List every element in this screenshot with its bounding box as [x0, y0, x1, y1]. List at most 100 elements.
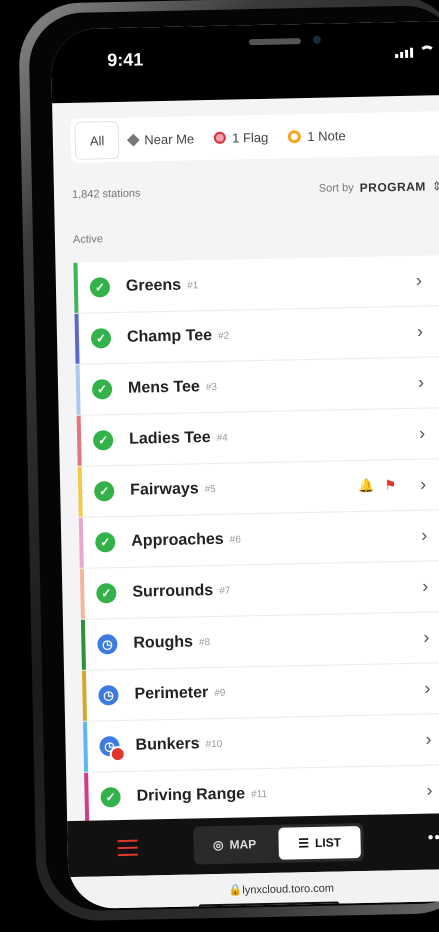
list-view-button[interactable]: ☰ LIST: [278, 826, 361, 860]
map-view-button[interactable]: ◎ MAP: [193, 825, 276, 865]
chevron-right-icon: ›: [418, 423, 426, 444]
chevron-right-icon: ›: [417, 372, 425, 393]
clock-circle-icon: ◷: [97, 634, 118, 655]
location-icon: [127, 133, 141, 146]
filter-near-me[interactable]: Near Me: [119, 120, 205, 158]
station-name: Champ Tee: [126, 327, 213, 346]
phone-frame: 9:41 All Near Me 1 Flag 1 Note 1,842 sta…: [18, 0, 439, 922]
filter-flag[interactable]: 1 Flag: [204, 119, 279, 157]
station-name: Approaches: [131, 530, 224, 550]
station-number: #8: [198, 636, 211, 648]
note-dot-icon: [288, 129, 302, 143]
station-name: Greens: [125, 276, 182, 295]
filter-near-me-label: Near Me: [144, 130, 195, 147]
station-number: #2: [217, 330, 230, 342]
station-row[interactable]: ✓ Approaches #6 ›: [78, 510, 439, 569]
station-name: Fairways: [130, 480, 199, 499]
flag-icon: ⚑: [384, 477, 397, 493]
station-row[interactable]: ✓ Surrounds #7 ›: [79, 561, 439, 620]
chevron-right-icon: ›: [422, 576, 429, 597]
check-circle-icon: ✓: [100, 787, 121, 808]
program-color-stripe: [79, 568, 85, 619]
station-name: Bunkers: [135, 735, 200, 754]
program-color-stripe: [77, 466, 83, 517]
station-row[interactable]: ✓ Greens #1 ›: [73, 255, 439, 314]
chevron-right-icon: ›: [421, 525, 428, 546]
map-pin-icon: ◎: [212, 837, 224, 853]
sort-control[interactable]: Sort by PROGRAM ⇕: [319, 179, 439, 196]
filter-note-label: 1 Note: [307, 127, 346, 144]
program-color-stripe: [76, 415, 82, 466]
wifi-icon: [419, 45, 435, 57]
station-number: #9: [214, 687, 226, 699]
bell-icon: 🔔: [358, 477, 375, 493]
station-row[interactable]: ✓ Champ Tee #2 ›: [74, 306, 439, 365]
station-number: #10: [205, 738, 223, 750]
station-row[interactable]: ◷ Roughs #8 ›: [80, 612, 439, 671]
list-meta: 1,842 stations Sort by PROGRAM ⇕: [72, 179, 439, 201]
station-number: #5: [204, 483, 216, 495]
station-list: ✓ Greens #1 › ✓ Champ Tee #2 › ✓ Mens Tee #3 › ✓ Ladi…: [73, 255, 439, 824]
url-text: 🔒lynxcloud.toro.com: [228, 882, 335, 897]
chevron-right-icon: ›: [423, 627, 430, 648]
check-circle-icon: ✓: [96, 583, 117, 604]
list-icon: ☰: [298, 836, 310, 851]
filter-all-label: All: [89, 132, 105, 149]
filter-all[interactable]: All: [74, 120, 120, 160]
station-number: #11: [250, 788, 268, 800]
section-header-active: Active: [72, 233, 104, 246]
station-name: Driving Range: [136, 785, 246, 805]
sort-toggle-icon: ⇕: [431, 179, 439, 194]
station-name: Roughs: [133, 633, 194, 652]
flag-dot-icon: [214, 131, 227, 144]
bottom-toolbar: ◎ MAP ☰ LIST •••: [67, 812, 439, 878]
program-color-stripe: [83, 721, 89, 772]
station-name: Mens Tee: [127, 378, 200, 397]
program-color-stripe: [75, 364, 81, 415]
check-circle-icon: ✓: [95, 532, 116, 553]
station-number: #1: [186, 279, 199, 292]
cellular-signal-icon: [395, 47, 414, 59]
check-circle-icon: ✓: [90, 328, 112, 349]
program-color-stripe: [80, 619, 86, 670]
front-camera: [312, 35, 321, 44]
status-bar: 9:41: [50, 20, 439, 104]
url-value: lynxcloud.toro.com: [242, 882, 335, 897]
status-time: 9:41: [106, 49, 144, 71]
phone-screen: 9:41 All Near Me 1 Flag 1 Note 1,842 sta…: [50, 20, 439, 910]
program-color-stripe: [81, 670, 88, 721]
station-number: #6: [229, 533, 241, 546]
program-color-stripe: [78, 517, 84, 568]
filter-bar: All Near Me 1 Flag 1 Note: [70, 111, 439, 163]
filter-note[interactable]: 1 Note: [278, 117, 356, 155]
sort-value: PROGRAM: [359, 179, 426, 195]
chevron-right-icon: ›: [425, 729, 432, 750]
speaker-grille: [248, 38, 301, 46]
station-number: #3: [205, 381, 218, 393]
station-row[interactable]: ✓ Mens Tee #3 ›: [75, 357, 439, 416]
clock-circle-icon: ◷: [99, 736, 126, 763]
station-name: Perimeter: [134, 684, 209, 703]
check-circle-icon: ✓: [94, 481, 115, 502]
station-number: #4: [216, 432, 228, 444]
station-row[interactable]: ✓ Fairways #5 🔔 ⚑ ›: [77, 459, 439, 518]
map-view-label: MAP: [229, 837, 257, 852]
more-options-icon[interactable]: •••: [428, 829, 439, 847]
check-circle-icon: ✓: [92, 430, 114, 451]
station-row[interactable]: ◷ Perimeter #9 ›: [81, 663, 439, 722]
station-count: 1,842 stations: [71, 187, 141, 201]
status-icons: [395, 45, 439, 59]
clock-circle-icon: ◷: [98, 685, 119, 706]
program-color-stripe: [84, 772, 90, 823]
view-toggle: ◎ MAP ☰ LIST: [193, 822, 365, 865]
filter-flag-label: 1 Flag: [231, 129, 269, 146]
sort-label: Sort by: [318, 182, 354, 195]
station-row[interactable]: ✓ Ladies Tee #4 ›: [76, 408, 439, 467]
station-name: Surrounds: [132, 582, 214, 601]
chevron-right-icon: ›: [419, 474, 427, 495]
program-color-stripe: [73, 262, 79, 313]
station-row[interactable]: ◷ Bunkers #10 ›: [83, 714, 439, 773]
check-circle-icon: ✓: [91, 379, 113, 400]
menu-icon[interactable]: [117, 839, 138, 861]
list-view-label: LIST: [314, 835, 342, 850]
